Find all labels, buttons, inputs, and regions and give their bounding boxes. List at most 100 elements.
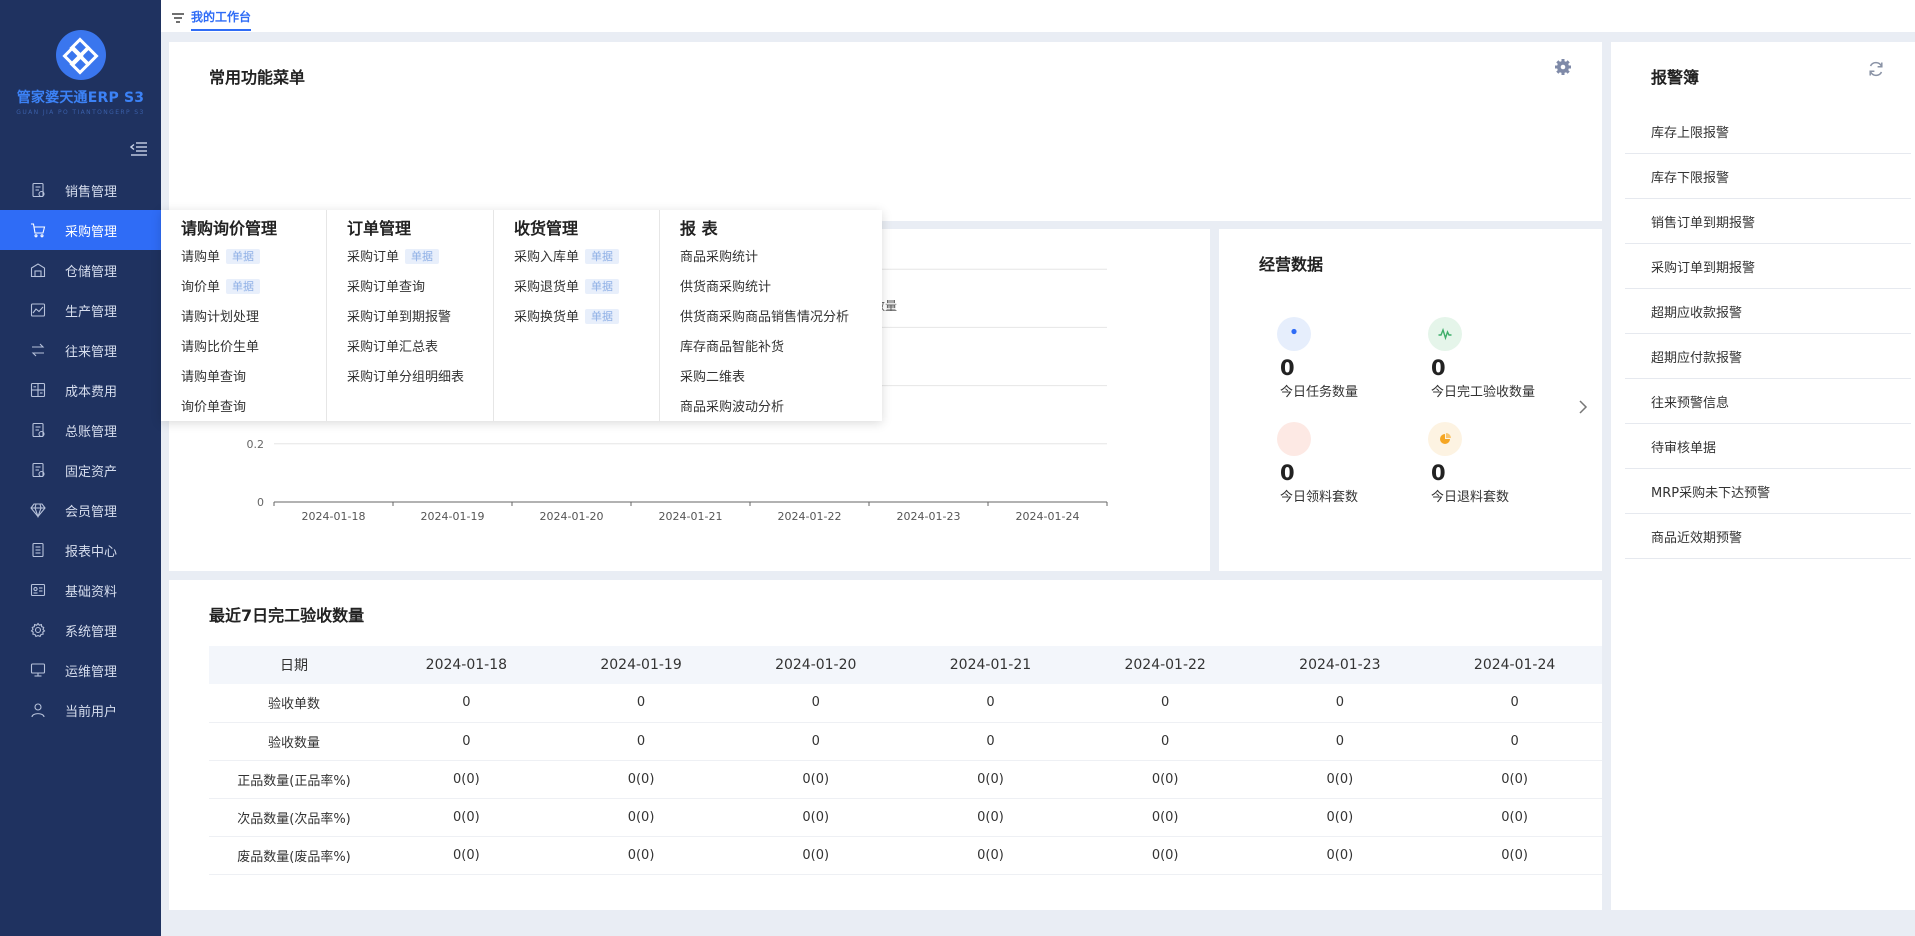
x-tick-label: 2024-01-22 xyxy=(778,510,842,523)
table-cell: 0 xyxy=(903,684,1078,723)
table-header-date: 日期 xyxy=(209,646,379,684)
tab-workbench[interactable]: 我的工作台 xyxy=(191,8,252,31)
mega-menu-item[interactable]: 采购订单查询 xyxy=(347,278,493,308)
sidebar-item-12[interactable]: 运维管理 xyxy=(0,650,161,690)
mega-menu-item[interactable]: 采购订单 单据 xyxy=(347,248,493,278)
table-header-cell: 2024-01-24 xyxy=(1427,646,1602,684)
row-label: 次品数量(次品率%) xyxy=(209,798,379,837)
table-cell: 0(0) xyxy=(1252,798,1428,837)
mega-menu-item[interactable]: 请购计划处理 xyxy=(181,308,326,338)
mega-menu-item-label: 采购入库单 xyxy=(514,250,580,265)
mega-menu-item-label: 请购单 xyxy=(181,250,221,265)
alarm-item[interactable]: MRP采购未下达预警 xyxy=(1625,469,1911,514)
metric-item: 0 今日任务数量 xyxy=(1273,317,1413,400)
mega-menu-item[interactable]: 商品采购统计 xyxy=(680,248,882,278)
mega-menu-item[interactable]: 采购订单汇总表 xyxy=(347,338,493,368)
sidebar-item-1[interactable]: 采购管理 xyxy=(0,210,161,250)
mega-menu-item[interactable]: 采购订单到期报警 xyxy=(347,308,493,338)
sidebar-item-6[interactable]: 总账管理 xyxy=(0,410,161,450)
row-label: 正品数量(正品率%) xyxy=(209,760,379,799)
cart-icon xyxy=(30,222,46,238)
sidebar-item-9[interactable]: 报表中心 xyxy=(0,530,161,570)
sidebar-item-0[interactable]: 销售管理 xyxy=(0,170,161,210)
metric-value: 0 xyxy=(1431,356,1446,380)
mega-menu-item[interactable]: 询价单查询 xyxy=(181,398,326,428)
acceptance-table-title: 最近7日完工验收数量 xyxy=(209,606,365,625)
sidebar-item-8[interactable]: 会员管理 xyxy=(0,490,161,530)
table-cell: 0(0) xyxy=(553,760,729,799)
alarm-item[interactable]: 库存上限报警 xyxy=(1625,109,1911,154)
mega-menu-item[interactable]: 采购订单分组明细表 xyxy=(347,368,493,398)
sidebar-item-label: 运维管理 xyxy=(65,664,118,680)
table-cell: 0(0) xyxy=(1077,836,1253,875)
sidebar-item-4[interactable]: 往来管理 xyxy=(0,330,161,370)
mega-menu-item[interactable]: 请购单查询 xyxy=(181,368,326,398)
tab-bar: 我的工作台 xyxy=(161,0,1915,32)
mega-menu-item[interactable]: 采购入库单 单据 xyxy=(514,248,659,278)
report-icon xyxy=(30,542,46,558)
table-cell: 0 xyxy=(1427,722,1602,761)
mega-menu-item[interactable]: 商品采购波动分析 xyxy=(680,398,882,428)
row-label: 验收数量 xyxy=(209,722,379,761)
alarm-card: 报警簿 库存上限报警 库存下限报警 销售订单到期报警 采购订单到期报警 超期应收款报警超… xyxy=(1611,42,1915,910)
quick-menu-title: 常用功能菜单 xyxy=(209,68,306,87)
sidebar-item-2[interactable]: 仓储管理 xyxy=(0,250,161,290)
table-cell: 0(0) xyxy=(903,836,1078,875)
alarm-item[interactable]: 超期应付款报警 xyxy=(1625,334,1911,379)
pie-icon xyxy=(1428,422,1462,456)
sidebar-item-11[interactable]: 系统管理 xyxy=(0,610,161,650)
sales-doc-icon xyxy=(30,182,46,198)
alarm-item[interactable]: 库存下限报警 xyxy=(1625,154,1911,199)
mega-menu-item[interactable]: 请购单 单据 xyxy=(181,248,326,278)
table-cell: 0(0) xyxy=(903,760,1078,799)
mega-menu-item-label: 采购订单汇总表 xyxy=(347,340,439,355)
mega-menu-item[interactable]: 请购比价生单 xyxy=(181,338,326,368)
purchase-mega-menu: 请购询价管理 请购单 单据 询价单 单据 请购计划处理 请购比价生单 请购单查询 询价单查询 订单… xyxy=(161,210,882,421)
x-tick-label: 2024-01-20 xyxy=(540,510,604,523)
table-header-cell: 2024-01-19 xyxy=(553,646,729,684)
mega-menu-item[interactable]: 供货商采购统计 xyxy=(680,278,882,308)
table-cell: 0(0) xyxy=(553,836,729,875)
table-header-cell: 2024-01-18 xyxy=(379,646,554,684)
refresh-icon[interactable] xyxy=(1867,60,1885,78)
mega-menu-item[interactable]: 供货商采购商品销售情况分析 xyxy=(680,308,882,338)
table-row: 验收单数 0 0 0 0 0 0 0 xyxy=(209,684,1602,723)
metric-item: 0 今日领料套数 xyxy=(1273,422,1413,505)
chevron-right-icon[interactable] xyxy=(1578,399,1588,414)
table-row: 验收数量 0 0 0 0 0 0 0 xyxy=(209,722,1602,761)
collapse-menu-icon[interactable] xyxy=(129,141,148,157)
alarm-item[interactable]: 销售订单到期报警 xyxy=(1625,199,1911,244)
mega-menu-item-label: 供货商采购商品销售情况分析 xyxy=(680,310,850,325)
mega-menu-item[interactable]: 采购二维表 xyxy=(680,368,882,398)
table-cell: 0(0) xyxy=(728,836,904,875)
alarm-item[interactable]: 超期应收款报警 xyxy=(1625,289,1911,334)
sidebar-item-10[interactable]: 基础资料 xyxy=(0,570,161,610)
sidebar-item-13[interactable]: 当前用户 xyxy=(0,690,161,730)
mega-menu-item[interactable]: 采购退货单 单据 xyxy=(514,278,659,308)
mega-menu-item[interactable]: 采购换货单 单据 xyxy=(514,308,659,338)
table-cell: 0(0) xyxy=(1252,836,1428,875)
settings-gear-icon[interactable] xyxy=(1554,58,1572,76)
alarm-item[interactable]: 商品近效期预警 xyxy=(1625,514,1911,559)
sidebar-item-3[interactable]: 生产管理 xyxy=(0,290,161,330)
mega-menu-item-label: 采购退货单 xyxy=(514,280,580,295)
metric-label: 今日任务数量 xyxy=(1280,385,1359,400)
sidebar-item-7[interactable]: 固定资产 xyxy=(0,450,161,490)
alarm-item[interactable]: 采购订单到期报警 xyxy=(1625,244,1911,289)
mega-menu-item[interactable]: 询价单 单据 xyxy=(181,278,326,308)
sidebar-item-label: 成本费用 xyxy=(65,384,118,400)
x-tick-label: 2024-01-19 xyxy=(421,510,485,523)
mega-menu-item[interactable]: 库存商品智能补货 xyxy=(680,338,882,368)
sidebar: 管家婆天通ERP S3 GUAN JIA PO TIANTONGERP S3 销… xyxy=(0,0,161,936)
document-tag: 单据 xyxy=(226,279,261,294)
heart-icon xyxy=(1277,422,1311,456)
alarm-item[interactable]: 往来预警信息 xyxy=(1625,379,1911,424)
x-tick-label: 2024-01-24 xyxy=(1016,510,1080,523)
business-data-card: 经营数据 0 今日任务数量 0 今日完工验收数量 0 今日领料套数 0 今日退料套数 xyxy=(1219,229,1602,571)
pulse-icon xyxy=(1428,317,1462,351)
table-cell: 0 xyxy=(1077,722,1253,761)
document-tag: 单据 xyxy=(405,249,440,264)
alarm-item[interactable]: 待审核单据 xyxy=(1625,424,1911,469)
filter-menu-icon[interactable] xyxy=(171,10,185,24)
sidebar-item-5[interactable]: 成本费用 xyxy=(0,370,161,410)
